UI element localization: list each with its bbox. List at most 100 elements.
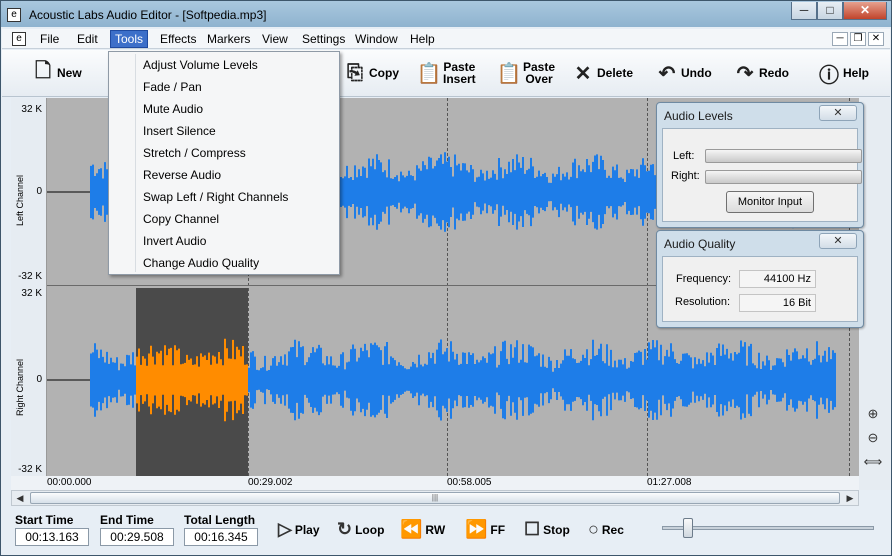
window-title: Acoustic Labs Audio Editor - [Softpedia.…	[29, 8, 267, 22]
menu-item-invert-audio[interactable]: Invert Audio	[143, 234, 206, 248]
copy-icon: ⎘	[347, 61, 363, 84]
menu-help[interactable]: Help	[410, 32, 435, 46]
left-level-label: Left:	[673, 150, 695, 162]
resolution-value: 16 Bit	[739, 294, 816, 312]
total-length-field: 00:16.345	[184, 528, 258, 546]
menu-file[interactable]: File	[40, 32, 59, 46]
menu-item-copy-channel[interactable]: Copy Channel	[143, 212, 219, 226]
time-tick: 01:27.008	[647, 477, 692, 488]
zoom-fit-icon[interactable]: ⟺	[863, 454, 883, 472]
frequency-label: Frequency:	[676, 273, 732, 285]
volume-slider[interactable]	[662, 518, 874, 538]
redo-button[interactable]: ↷ Redo	[734, 58, 789, 88]
menu-item-change-quality[interactable]: Change Audio Quality	[143, 256, 259, 270]
paste-insert-button[interactable]: 📋 Paste Insert	[416, 58, 476, 88]
horizontal-scrollbar[interactable]: ◀ ||| ▶	[11, 490, 859, 506]
mdi-minimize-icon[interactable]: ─	[832, 32, 848, 46]
undo-button[interactable]: ↶ Undo	[656, 58, 712, 88]
loop-icon: ↻	[337, 519, 353, 539]
delete-button[interactable]: ✕ Delete	[572, 58, 633, 88]
stop-button[interactable]: ☐ Stop	[524, 519, 570, 540]
tools-dropdown-menu: Adjust Volume Levels Fade / Pan Mute Aud…	[108, 51, 340, 275]
play-button[interactable]: ▷ Play	[278, 519, 320, 540]
help-icon: ⓘ	[819, 64, 839, 87]
record-button[interactable]: ○ Rec	[588, 519, 624, 540]
menu-item-insert-silence[interactable]: Insert Silence	[143, 124, 216, 138]
frequency-value: 44100 Hz	[739, 270, 816, 288]
panel-close-icon[interactable]: ✕	[819, 105, 857, 121]
left-y-top: 32 K	[21, 104, 42, 115]
menu-item-fade-pan[interactable]: Fade / Pan	[143, 80, 202, 94]
maximize-button[interactable]: □	[817, 2, 843, 20]
redo-icon: ↷	[736, 62, 754, 85]
fast-forward-button[interactable]: ⏩ FF	[465, 519, 505, 540]
end-time-field[interactable]: 00:29.508	[100, 528, 174, 546]
undo-icon: ↶	[658, 62, 676, 85]
end-time: End Time 00:29.508	[100, 513, 174, 546]
left-level-meter	[705, 149, 862, 163]
delete-x-icon: ✕	[574, 62, 592, 85]
zoom-out-icon[interactable]: ⊖	[863, 430, 883, 448]
new-button[interactable]: 🗋 New	[32, 58, 82, 88]
paste-over-button[interactable]: 📋 Paste Over	[496, 58, 555, 88]
loop-button[interactable]: ↻ Loop	[337, 519, 384, 540]
left-y-mid: 0	[36, 186, 42, 197]
audio-levels-title: Audio Levels	[664, 109, 733, 123]
mdi-restore-icon[interactable]: ❐	[850, 32, 866, 46]
time-tick: 00:58.005	[447, 477, 492, 488]
fast-forward-icon: ⏩	[465, 519, 488, 539]
right-level-label: Right:	[671, 170, 700, 182]
zoom-in-icon[interactable]: ⊕	[863, 406, 883, 424]
amplitude-axis: 32 K 0 -32 K 32 K 0 -32 K Left Channel R…	[11, 98, 47, 476]
rewind-icon: ⏪	[400, 519, 423, 539]
scroll-thumb[interactable]: |||	[30, 492, 840, 504]
audio-quality-title: Audio Quality	[664, 237, 736, 251]
menu-settings[interactable]: Settings	[302, 32, 345, 46]
rewind-button[interactable]: ⏪ RW	[400, 519, 445, 540]
new-file-icon: 🗋	[34, 60, 52, 82]
menu-item-stretch-compress[interactable]: Stretch / Compress	[143, 146, 246, 160]
menu-item-adjust-volume[interactable]: Adjust Volume Levels	[143, 58, 258, 72]
app-window: e Acoustic Labs Audio Editor - [Softpedi…	[0, 0, 892, 556]
doc-icon: e	[12, 32, 26, 46]
right-y-bot: -32 K	[18, 464, 42, 475]
scroll-right-icon[interactable]: ▶	[842, 491, 858, 505]
menu-window[interactable]: Window	[355, 32, 398, 46]
stop-icon: ☐	[524, 519, 541, 539]
menu-item-mute-audio[interactable]: Mute Audio	[143, 102, 203, 116]
audio-quality-panel: Audio Quality ✕ Frequency: 44100 Hz Reso…	[656, 230, 864, 328]
close-button[interactable]: ✕	[843, 2, 887, 20]
minimize-button[interactable]: ─	[791, 2, 817, 20]
mdi-close-icon[interactable]: ✕	[868, 32, 884, 46]
timeline-ruler: 00:00.000 00:29.002 00:58.005 01:27.008	[11, 476, 859, 490]
menu-edit[interactable]: Edit	[77, 32, 98, 46]
menu-item-swap-channels[interactable]: Swap Left / Right Channels	[143, 190, 288, 204]
paste-icon: 📋	[416, 62, 442, 85]
menu-markers[interactable]: Markers	[207, 32, 250, 46]
menu-effects[interactable]: Effects	[160, 32, 196, 46]
transport-bar: Start Time 00:13.163 End Time 00:29.508 …	[2, 507, 890, 555]
record-icon: ○	[588, 519, 599, 539]
menu-view[interactable]: View	[262, 32, 288, 46]
audio-levels-panel: Audio Levels ✕ Left: Right: Monitor Inpu…	[656, 102, 864, 228]
volume-slider-knob[interactable]	[683, 518, 693, 538]
menu-item-reverse-audio[interactable]: Reverse Audio	[143, 168, 221, 182]
start-time-field[interactable]: 00:13.163	[15, 528, 89, 546]
help-button[interactable]: ⓘ Help	[818, 58, 869, 88]
paste-over-icon: 📋	[496, 62, 522, 85]
total-length: Total Length 00:16.345	[184, 513, 258, 546]
menu-bar: e File Edit Tools Effects Markers View S…	[2, 29, 890, 49]
app-icon: e	[7, 8, 21, 22]
scroll-left-icon[interactable]: ◀	[12, 491, 28, 505]
copy-button[interactable]: ⎘ Copy	[344, 58, 399, 88]
title-bar: e Acoustic Labs Audio Editor - [Softpedi…	[1, 1, 891, 29]
right-level-meter	[705, 170, 862, 184]
right-y-top: 32 K	[21, 288, 42, 299]
monitor-input-button[interactable]: Monitor Input	[726, 191, 814, 213]
left-y-bot: -32 K	[18, 271, 42, 282]
left-channel-label: Left Channel	[15, 174, 25, 226]
panel-close-icon[interactable]: ✕	[819, 233, 857, 249]
menu-tools[interactable]: Tools	[110, 30, 149, 48]
time-tick: 00:29.002	[248, 477, 293, 488]
right-channel-label: Right Channel	[15, 358, 25, 416]
